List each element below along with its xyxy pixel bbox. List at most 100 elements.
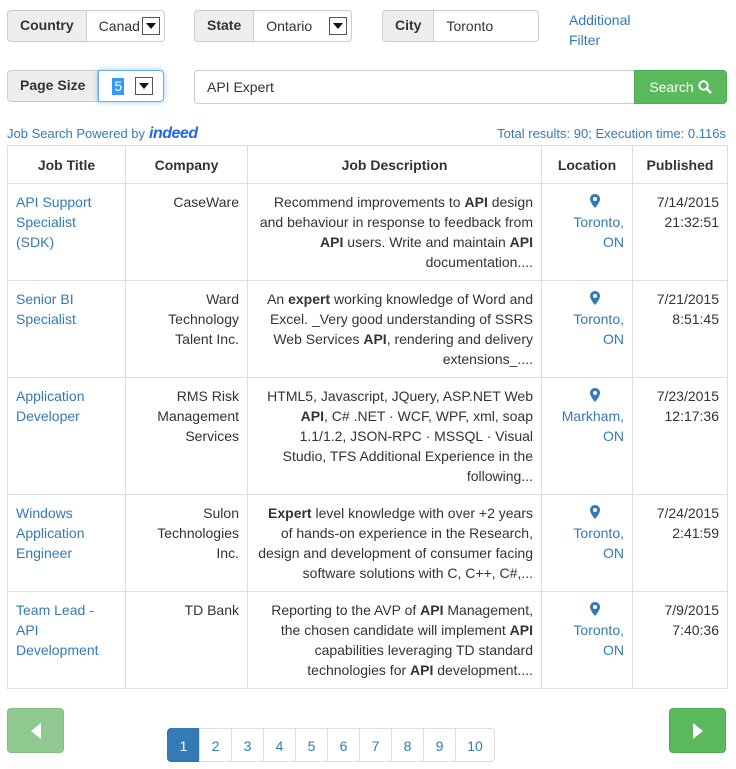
search-button-label: Search [649, 79, 694, 95]
page-size-label: Page Size [7, 70, 99, 102]
map-marker-icon [550, 289, 624, 309]
location-province[interactable]: ON [550, 329, 624, 349]
job-title-link[interactable]: Team Lead - API Development [16, 602, 99, 658]
job-title-link[interactable]: Application Developer [16, 388, 85, 424]
location-cell: Toronto, ON [541, 494, 633, 592]
published-date: 7/24/2015 [656, 505, 719, 521]
description-cell: Recommend improvements to API design and… [247, 183, 542, 281]
search-icon [697, 80, 712, 94]
location-cell: Toronto, ON [541, 183, 633, 281]
location-city[interactable]: Markham, [550, 406, 624, 426]
page-1-button[interactable]: 1 [167, 728, 200, 762]
location-city[interactable]: Toronto, [550, 212, 624, 232]
city-value: Toronto [446, 18, 494, 34]
prev-page-button[interactable] [7, 708, 64, 753]
page-4-button[interactable]: 4 [263, 728, 296, 762]
job-title-cell: API Support Specialist (SDK) [7, 183, 126, 281]
page-6-button[interactable]: 6 [327, 728, 360, 762]
powered-by: Job Search Powered by indeed [7, 125, 198, 143]
header-location[interactable]: Location [541, 145, 633, 184]
job-title-cell: Application Developer [7, 377, 126, 495]
header-description[interactable]: Job Description [247, 145, 542, 184]
location-province[interactable]: ON [550, 640, 624, 660]
location-cell: Toronto, ON [541, 591, 633, 689]
company-cell: CaseWare [125, 183, 248, 281]
page-10-button[interactable]: 10 [455, 728, 495, 762]
published-time: 7:40:36 [672, 622, 719, 638]
header-job-title[interactable]: Job Title [7, 145, 126, 184]
description-cell: HTML5, Javascript, JQuery, ASP.NET Web A… [247, 377, 542, 495]
map-marker-icon [550, 192, 624, 212]
company-cell: Sulon Technologies Inc. [125, 494, 248, 592]
location-province[interactable]: ON [550, 543, 624, 563]
page-2-button[interactable]: 2 [199, 728, 232, 762]
chevron-left-icon [30, 722, 41, 739]
published-date: 7/14/2015 [656, 194, 719, 210]
table-header-row: Job Title Company Job Description Locati… [7, 145, 728, 184]
table-row: API Support Specialist (SDK) CaseWare Re… [7, 183, 728, 281]
job-title-link[interactable]: API Support Specialist (SDK) [16, 194, 92, 250]
header-published[interactable]: Published [632, 145, 728, 184]
country-select[interactable]: Canada [86, 10, 165, 42]
state-select[interactable]: Ontario [254, 10, 352, 42]
chevron-down-icon[interactable] [135, 77, 153, 95]
page-5-button[interactable]: 5 [295, 728, 328, 762]
location-cell: Markham, ON [541, 377, 633, 495]
location-province[interactable]: ON [550, 426, 624, 446]
state-filter: State Ontario [194, 10, 352, 42]
page-7-button[interactable]: 7 [359, 728, 392, 762]
page-size-filter: Page Size 5 [7, 70, 164, 102]
table-row: Team Lead - API Development TD Bank Repo… [7, 591, 728, 689]
page-9-button[interactable]: 9 [423, 728, 456, 762]
page-size-select[interactable]: 5 [98, 70, 164, 102]
page-size-value: 5 [112, 77, 125, 95]
page-8-button[interactable]: 8 [391, 728, 424, 762]
country-label: Country [7, 10, 87, 42]
job-table: Job Title Company Job Description Locati… [7, 145, 728, 689]
page-3-button[interactable]: 3 [231, 728, 264, 762]
location-city[interactable]: Toronto, [550, 620, 624, 640]
next-page-button[interactable] [669, 708, 726, 753]
description-cell: Expert level knowledge with over +2 year… [247, 494, 542, 592]
state-value: Ontario [266, 18, 313, 34]
table-row: Windows Application Engineer Sulon Techn… [7, 494, 728, 592]
indeed-logo[interactable]: indeed [149, 125, 198, 143]
city-input[interactable]: Toronto [434, 10, 539, 42]
chevron-down-icon[interactable] [142, 17, 160, 35]
published-cell: 7/24/2015 2:41:59 [632, 494, 728, 592]
location-province[interactable]: ON [550, 232, 624, 252]
city-filter: City Toronto [382, 10, 539, 42]
search-button[interactable]: Search [634, 70, 727, 104]
job-description: Expert level knowledge with over +2 year… [258, 505, 533, 581]
job-title-link[interactable]: Senior BI Specialist [16, 291, 76, 327]
job-title-link[interactable]: Windows Application Engineer [16, 505, 85, 561]
header-company[interactable]: Company [125, 145, 248, 184]
state-label: State [194, 10, 255, 42]
table-row: Senior BI Specialist Ward Technology Tal… [7, 280, 728, 378]
company-cell: Ward Technology Talent Inc. [125, 280, 248, 378]
map-marker-icon [550, 386, 624, 406]
map-marker-icon [550, 503, 624, 523]
result-stats: Total results: 90; Execution time: 0.116… [497, 126, 726, 141]
additional-filter-link[interactable]: Additional Filter [569, 10, 649, 50]
location-city[interactable]: Toronto, [550, 309, 624, 329]
job-description: HTML5, Javascript, JQuery, ASP.NET Web A… [267, 388, 533, 484]
job-title-cell: Team Lead - API Development [7, 591, 126, 689]
published-date: 7/21/2015 [656, 291, 719, 307]
job-title-cell: Windows Application Engineer [7, 494, 126, 592]
pagination: 1 2 3 4 5 6 7 8 9 10 [167, 728, 495, 762]
company-cell: RMS Risk Management Services [125, 377, 248, 495]
company-cell: TD Bank [125, 591, 248, 689]
country-value: Canada [98, 18, 140, 34]
powered-by-text: Job Search Powered by [7, 126, 146, 141]
published-cell: 7/9/2015 7:40:36 [632, 591, 728, 689]
published-date: 7/9/2015 [664, 602, 720, 618]
search-input[interactable]: API Expert [194, 70, 634, 104]
job-description: Reporting to the AVP of API Management, … [271, 602, 533, 678]
location-city[interactable]: Toronto, [550, 523, 624, 543]
chevron-down-icon[interactable] [329, 17, 347, 35]
published-cell: 7/21/2015 8:51:45 [632, 280, 728, 378]
published-cell: 7/23/2015 12:17:36 [632, 377, 728, 495]
map-marker-icon [550, 600, 624, 620]
city-label: City [382, 10, 435, 42]
